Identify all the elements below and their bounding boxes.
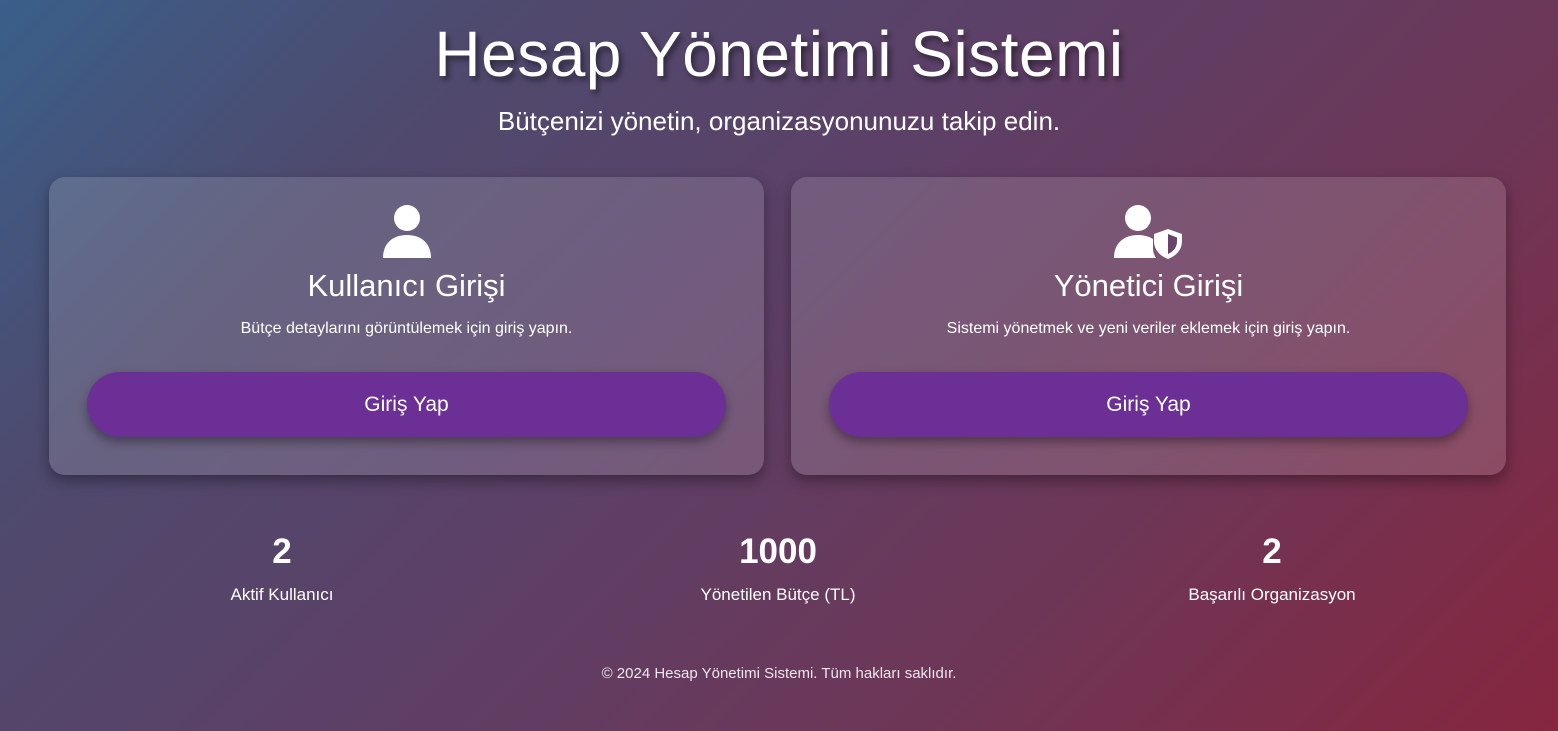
admin-login-button[interactable]: Giriş Yap — [829, 372, 1468, 437]
footer-copyright: © 2024 Hesap Yönetimi Sistemi. Tüm hakla… — [601, 665, 957, 682]
user-icon — [49, 203, 764, 259]
user-shield-icon — [791, 203, 1506, 259]
stat-successful-organizations: 2 Başarılı Organizasyon — [1072, 530, 1472, 606]
stat-label: Başarılı Organizasyon — [1188, 585, 1356, 604]
page-header: Hesap Yönetimi Sistemi Bütçenizi yönetin… — [0, 18, 1558, 136]
user-login-button[interactable]: Giriş Yap — [87, 372, 726, 437]
stat-label: Yönetilen Bütçe (TL) — [700, 585, 856, 604]
user-login-title: Kullanıcı Girişi — [307, 268, 506, 303]
user-login-description: Bütçe detaylarını görüntülemek için giri… — [240, 320, 573, 337]
stat-value: 2 — [1262, 532, 1282, 571]
admin-login-description: Sistemi yönetmek ve yeni veriler eklemek… — [946, 320, 1351, 337]
stat-active-users: 2 Aktif Kullanıcı — [82, 530, 482, 606]
page-title: Hesap Yönetimi Sistemi — [434, 18, 1124, 90]
stat-managed-budget: 1000 Yönetilen Bütçe (TL) — [578, 530, 978, 606]
admin-login-title: Yönetici Girişi — [1053, 268, 1244, 303]
user-login-card: Kullanıcı Girişi Bütçe detaylarını görün… — [49, 177, 764, 475]
stat-value: 1000 — [739, 532, 817, 571]
page-subtitle: Bütçenizi yönetin, organizasyonunuzu tak… — [497, 106, 1061, 136]
stat-label: Aktif Kullanıcı — [230, 585, 334, 604]
stat-value: 2 — [272, 532, 292, 571]
admin-login-card: Yönetici Girişi Sistemi yönetmek ve yeni… — [791, 177, 1506, 475]
